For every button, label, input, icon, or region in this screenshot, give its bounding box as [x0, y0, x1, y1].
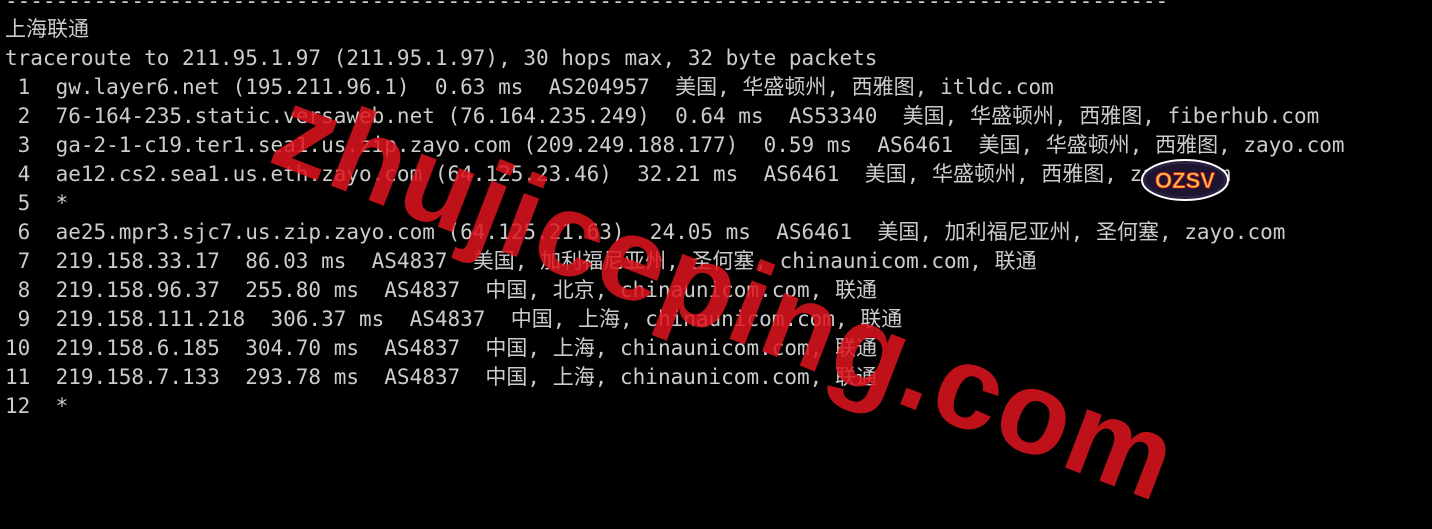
section-title: 上海联通	[5, 17, 89, 41]
hop-line-4: 4 ae12.cs2.sea1.us.eth.zayo.com (64.125.…	[5, 162, 1231, 186]
hop-line-2: 2 76-164-235.static.versaweb.net (76.164…	[5, 104, 1320, 128]
hop-line-10: 10 219.158.6.185 304.70 ms AS4837 中国, 上海…	[5, 336, 877, 360]
hop-line-3: 3 ga-2-1-c19.ter1.sea1.us.zip.zayo.com (…	[5, 133, 1345, 157]
traceroute-header: traceroute to 211.95.1.97 (211.95.1.97),…	[5, 46, 878, 70]
hop-line-7: 7 219.158.33.17 86.03 ms AS4837 美国, 加利福尼…	[5, 249, 1037, 273]
hop-line-1: 1 gw.layer6.net (195.211.96.1) 0.63 ms A…	[5, 75, 1054, 99]
hop-line-8: 8 219.158.96.37 255.80 ms AS4837 中国, 北京,…	[5, 278, 877, 302]
hop-line-9: 9 219.158.111.218 306.37 ms AS4837 中国, 上…	[5, 307, 903, 331]
hop-line-11: 11 219.158.7.133 293.78 ms AS4837 中国, 上海…	[5, 365, 877, 389]
separator-line: ----------------------------------------…	[5, 0, 1169, 13]
hop-line-5: 5 *	[5, 191, 69, 215]
hop-line-6: 6 ae25.mpr3.sjc7.us.zip.zayo.com (64.125…	[5, 220, 1286, 244]
terminal-window: ----------------------------------------…	[0, 0, 1432, 418]
hop-line-12: 12 *	[5, 394, 69, 418]
